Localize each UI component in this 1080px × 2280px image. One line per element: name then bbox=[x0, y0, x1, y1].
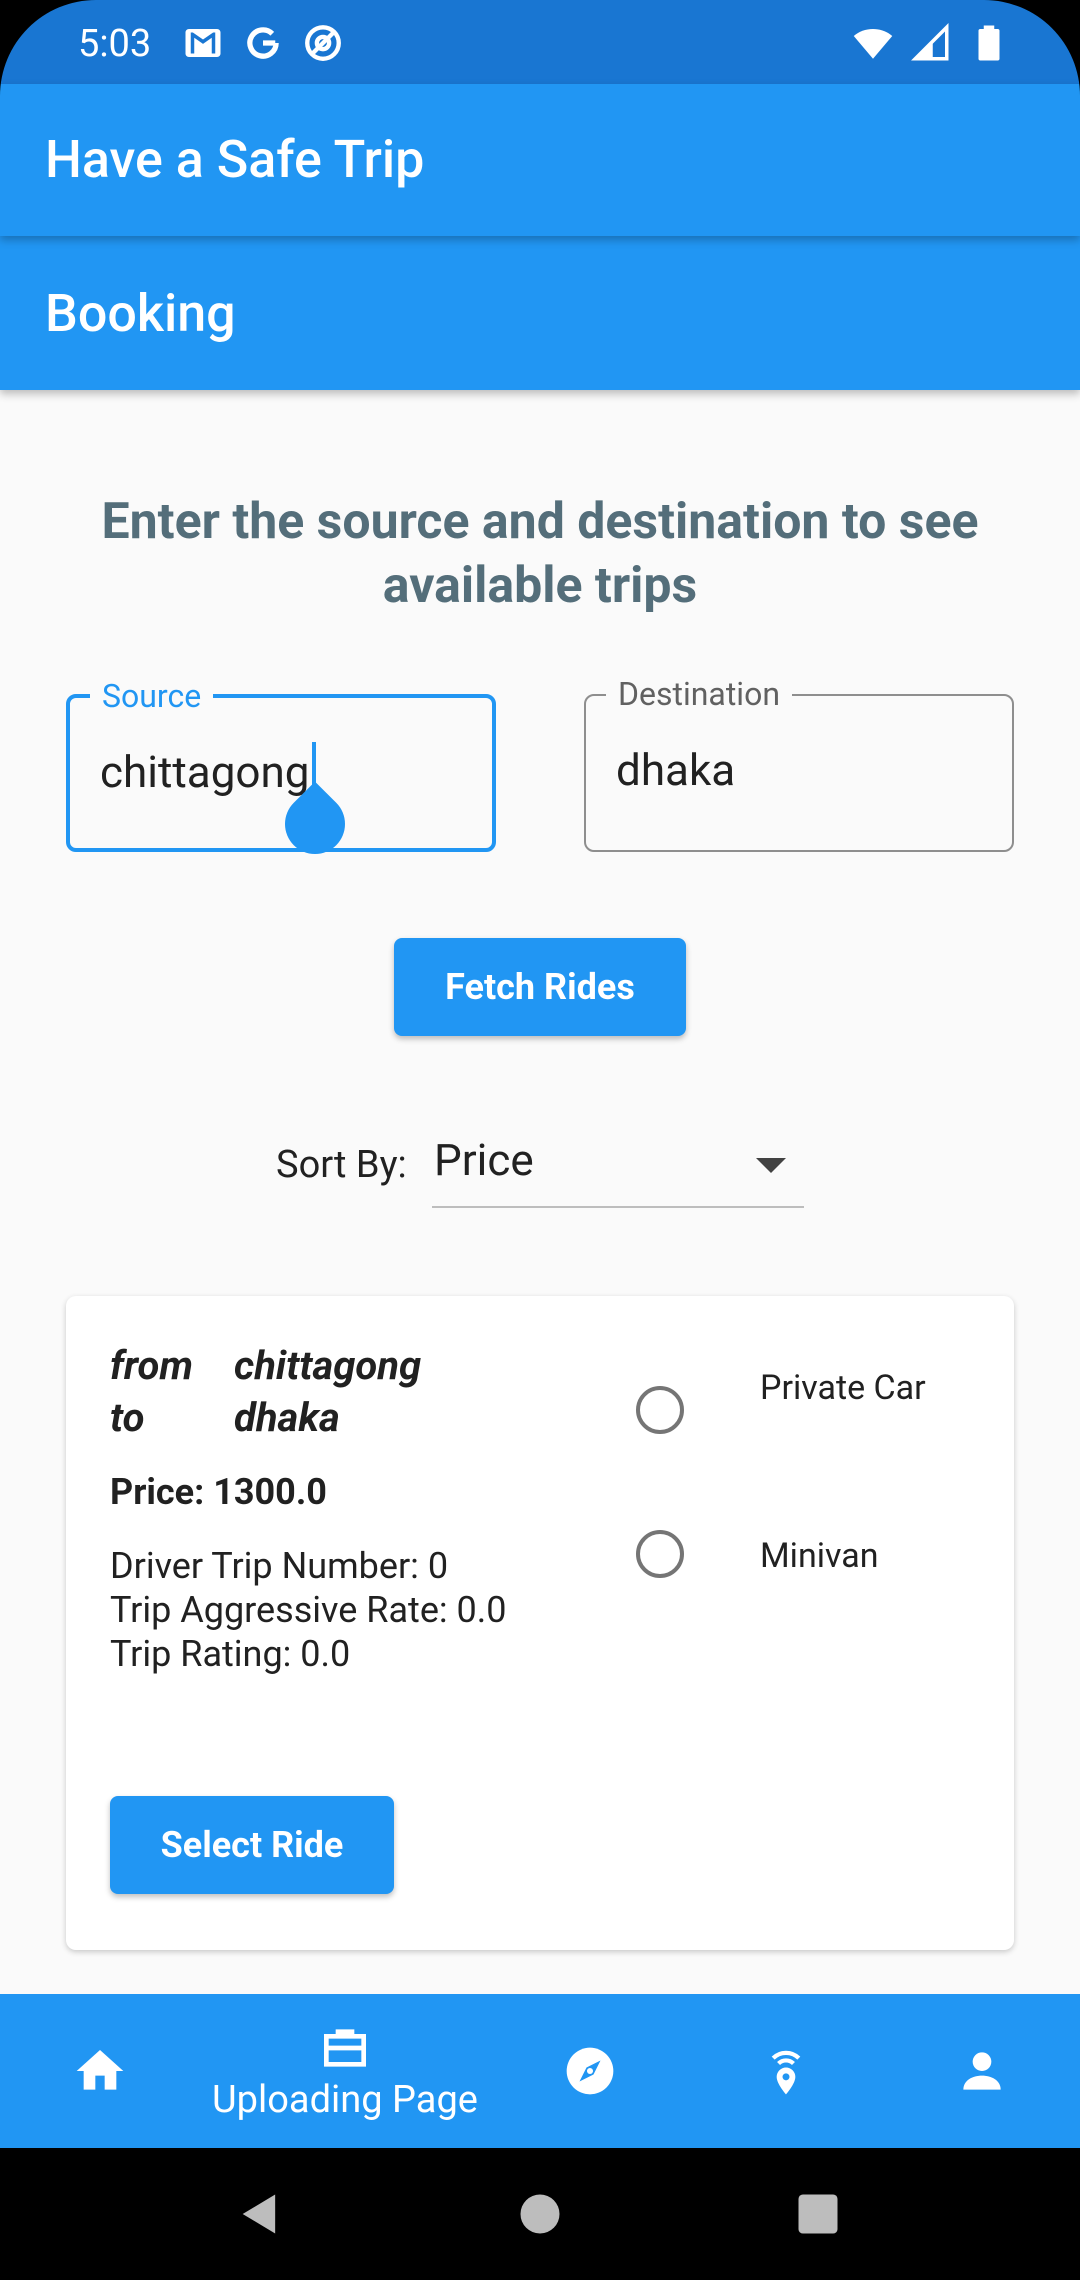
sort-label: Sort By: bbox=[276, 1143, 407, 1187]
source-field[interactable]: Source chittagong bbox=[66, 676, 496, 867]
from-value: chittagong bbox=[234, 1342, 422, 1389]
private-car-radio[interactable] bbox=[636, 1386, 684, 1434]
bottom-navigation: Uploading Page bbox=[0, 1994, 1080, 2148]
home-icon bbox=[76, 2050, 124, 2090]
system-navigation-bar bbox=[0, 2148, 1080, 2280]
sort-selected-value: Price bbox=[434, 1134, 534, 1186]
destination-input[interactable]: dhaka bbox=[616, 744, 976, 796]
private-car-label: Private Car bbox=[760, 1368, 926, 1408]
signal-icon bbox=[911, 23, 949, 61]
select-ride-button[interactable]: Select Ride bbox=[110, 1796, 394, 1894]
compass-icon bbox=[566, 2047, 614, 2095]
app-title: Have a Safe Trip bbox=[45, 129, 425, 190]
source-input[interactable]: chittagong bbox=[100, 746, 460, 798]
back-icon[interactable] bbox=[234, 2188, 286, 2240]
nav-profile[interactable] bbox=[940, 1994, 1024, 2148]
minivan-label: Minivan bbox=[760, 1536, 879, 1576]
dropdown-arrow-icon bbox=[756, 1158, 786, 1173]
nav-home[interactable] bbox=[58, 1994, 142, 2148]
destination-field[interactable]: Destination dhaka bbox=[584, 674, 1014, 852]
system-status-icons bbox=[852, 22, 1010, 64]
from-keyword: from bbox=[110, 1342, 193, 1389]
trip-aggressive-rate: Trip Aggressive Rate: 0.0 bbox=[110, 1589, 507, 1631]
ride-price: Price: 1300.0 bbox=[110, 1471, 327, 1513]
to-value: dhaka bbox=[234, 1394, 340, 1441]
at-sign-icon bbox=[305, 25, 341, 61]
fetch-rides-button[interactable]: Fetch Rides bbox=[394, 938, 686, 1036]
ride-details: Driver Trip Number: 0 Trip Aggressive Ra… bbox=[110, 1544, 530, 1676]
status-bar: 5:03 bbox=[0, 0, 1080, 84]
source-label: Source bbox=[90, 676, 214, 716]
briefcase-icon bbox=[324, 2029, 366, 2067]
status-time: 5:03 bbox=[78, 22, 152, 66]
trip-rating: Trip Rating: 0.0 bbox=[110, 1633, 351, 1675]
wifi-icon bbox=[853, 29, 893, 59]
app-bar: Have a Safe Trip bbox=[0, 84, 1080, 236]
sort-dropdown[interactable]: Price bbox=[432, 1128, 804, 1208]
to-keyword: to bbox=[110, 1394, 145, 1441]
page-title: Booking bbox=[45, 283, 236, 344]
nav-location[interactable] bbox=[744, 1994, 828, 2148]
person-icon bbox=[963, 2052, 1001, 2090]
recents-icon[interactable] bbox=[792, 2188, 844, 2240]
minivan-radio[interactable] bbox=[636, 1530, 684, 1578]
booking-header: Booking bbox=[0, 236, 1080, 390]
home-circle-icon[interactable] bbox=[514, 2188, 566, 2240]
gmail-icon bbox=[185, 29, 221, 57]
nav-explore[interactable] bbox=[548, 1994, 632, 2148]
battery-icon bbox=[978, 25, 1000, 61]
route-info: from chittagong to dhaka bbox=[110, 1340, 421, 1444]
destination-label: Destination bbox=[606, 674, 792, 714]
instruction-heading: Enter the source and destination to see … bbox=[101, 493, 979, 615]
nav-label: Uploading Page bbox=[212, 2078, 478, 2122]
location-broadcast-icon bbox=[771, 2050, 801, 2095]
phone-screen: 5:03 Have a Safe Trip Booking Enter the … bbox=[0, 0, 1080, 2280]
driver-trip-number: Driver Trip Number: 0 bbox=[110, 1545, 449, 1587]
nav-uploading-page[interactable]: Uploading Page bbox=[200, 1994, 490, 2148]
notification-icons bbox=[182, 22, 344, 64]
google-icon bbox=[247, 27, 279, 59]
booking-content: Enter the source and destination to see … bbox=[0, 390, 1080, 1994]
